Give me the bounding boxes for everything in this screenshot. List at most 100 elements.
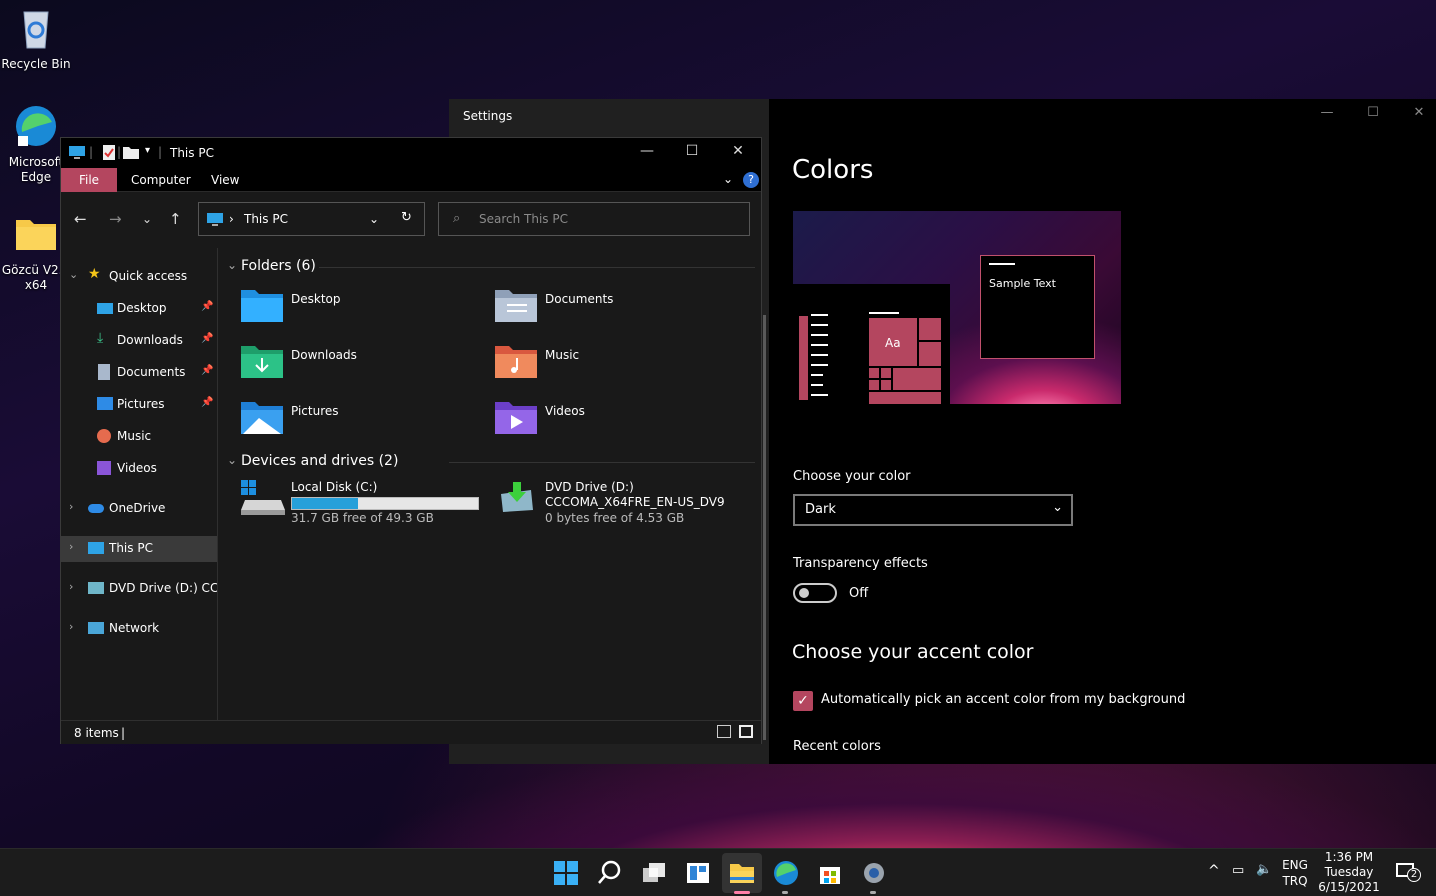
drive-d-name: DVD Drive (D:) xyxy=(545,480,634,494)
customize-qat-icon[interactable]: ▾ xyxy=(145,145,150,156)
nav-documents[interactable]: Documents 📌 xyxy=(61,360,217,386)
this-pc-icon xyxy=(88,542,104,554)
preview-tile-text: Aa xyxy=(885,336,901,350)
new-folder-icon[interactable] xyxy=(123,146,139,159)
up-arrow-icon[interactable]: ↑ xyxy=(169,210,182,228)
address-dropdown-icon[interactable]: ⌄ xyxy=(369,212,379,226)
drive-d[interactable]: DVD Drive (D:) CCCOMA_X64FRE_EN-US_DV9 0… xyxy=(495,480,745,528)
settings-close-button[interactable]: ✕ xyxy=(1407,105,1431,120)
cloud-icon xyxy=(88,504,104,513)
forward-arrow-icon[interactable]: → xyxy=(109,210,122,228)
document-icon xyxy=(98,364,110,380)
nav-quick-access[interactable]: ⌄ ★ Quick access xyxy=(61,264,217,290)
start-icon[interactable] xyxy=(552,859,580,887)
folder-videos[interactable]: Videos xyxy=(495,400,725,448)
explorer-titlebar: | | ▾ | This PC — ☐ ✕ xyxy=(61,138,761,168)
devices-heading[interactable]: Devices and drives (2) xyxy=(241,453,398,469)
settings-running-indicator xyxy=(870,891,876,894)
nav-music[interactable]: Music xyxy=(61,424,217,450)
file-explorer-icon[interactable] xyxy=(728,859,756,887)
drive-c-usage-bar xyxy=(291,497,479,510)
input-language[interactable]: ENG TRQ xyxy=(1280,857,1310,889)
clock[interactable]: 1:36 PM Tuesday 6/15/2021 xyxy=(1318,850,1380,895)
nav-onedrive[interactable]: › OneDrive xyxy=(61,496,217,522)
preview-sample-text: Sample Text xyxy=(989,277,1056,290)
large-icons-view-icon[interactable] xyxy=(739,725,753,738)
expand-chevron-icon[interactable]: › xyxy=(69,580,73,593)
drive-c[interactable]: Local Disk (C:) 31.7 GB free of 49.3 GB xyxy=(241,480,491,528)
search-icon[interactable] xyxy=(596,859,624,887)
search-box[interactable]: ⌕ Search This PC xyxy=(438,202,750,236)
nav-downloads[interactable]: ⤓ Downloads 📌 xyxy=(61,328,217,354)
task-view-icon[interactable] xyxy=(640,859,668,887)
choose-color-dropdown[interactable]: Dark ⌄ xyxy=(793,494,1073,526)
music-icon xyxy=(97,429,111,443)
refresh-icon[interactable]: ↻ xyxy=(401,210,412,225)
network-status-icon[interactable]: ▭ xyxy=(1232,863,1244,878)
widgets-icon[interactable] xyxy=(684,859,712,887)
drive-d-free: 0 bytes free of 4.53 GB xyxy=(545,511,685,525)
expand-ribbon-icon[interactable]: ⌄ xyxy=(723,172,733,186)
folder-downloads[interactable]: Downloads xyxy=(241,344,471,392)
nav-desktop[interactable]: Desktop 📌 xyxy=(61,296,217,322)
volume-icon[interactable]: 🔈 xyxy=(1256,862,1272,877)
pin-icon: 📌 xyxy=(201,365,214,376)
collapse-folders-icon[interactable]: ⌄ xyxy=(227,258,237,272)
notification-center[interactable]: 2 xyxy=(1396,863,1422,883)
settings-scrollbar[interactable] xyxy=(763,315,766,740)
explorer-maximize-button[interactable]: ☐ xyxy=(677,143,707,159)
collapse-devices-icon[interactable]: ⌄ xyxy=(227,453,237,467)
folder-pictures[interactable]: Pictures xyxy=(241,400,471,448)
desktop-icon xyxy=(97,303,113,314)
explorer-minimize-button[interactable]: — xyxy=(632,143,662,159)
recent-locations-icon[interactable]: ⌄ xyxy=(142,212,152,226)
preview-dark-panel: Aa xyxy=(793,284,950,404)
expand-chevron-icon[interactable]: ⌄ xyxy=(69,268,78,281)
expand-chevron-icon[interactable]: › xyxy=(69,540,73,553)
auto-accent-checkbox[interactable]: ✓ xyxy=(793,691,813,711)
expand-chevron-icon[interactable]: › xyxy=(69,500,73,513)
back-arrow-icon[interactable]: ← xyxy=(74,210,87,228)
breadcrumb-chevron-icon: › xyxy=(229,212,234,226)
folders-heading[interactable]: Folders (6) xyxy=(241,258,316,274)
explorer-close-button[interactable]: ✕ xyxy=(723,143,753,159)
nav-this-pc[interactable]: › This PC xyxy=(61,536,217,562)
nav-videos[interactable]: Videos xyxy=(61,456,217,482)
local-disk-icon xyxy=(241,480,285,515)
settings-minimize-button[interactable]: — xyxy=(1315,105,1339,120)
transparency-toggle[interactable] xyxy=(793,583,837,603)
tab-view[interactable]: View xyxy=(201,168,249,192)
nav-dvd-drive[interactable]: › DVD Drive (D:) CCCOMA_X64FRE_EN-US_DV9 xyxy=(61,576,217,602)
details-view-icon[interactable] xyxy=(717,725,731,738)
star-icon: ★ xyxy=(88,266,101,282)
folder-music[interactable]: Music xyxy=(495,344,725,392)
network-icon xyxy=(88,622,104,634)
nav-network[interactable]: › Network xyxy=(61,616,217,642)
address-bar[interactable]: › This PC ⌄ ↻ xyxy=(198,202,425,236)
folder-documents[interactable]: Documents xyxy=(495,288,725,336)
separator: | xyxy=(158,145,163,159)
settings-gear-icon[interactable] xyxy=(860,859,888,887)
desktop-folder-icon xyxy=(241,290,283,322)
desktop-icon-recycle-bin[interactable]: Recycle Bin xyxy=(0,6,72,71)
help-icon[interactable]: ? xyxy=(743,172,759,188)
transparency-label: Transparency effects xyxy=(793,556,928,571)
recent-colors-label: Recent colors xyxy=(793,739,881,754)
edge-icon[interactable] xyxy=(772,859,800,887)
tab-computer[interactable]: Computer xyxy=(121,168,201,192)
properties-icon[interactable] xyxy=(103,145,115,160)
color-preview: Aa Sample Text xyxy=(793,211,1121,404)
folder-desktop[interactable]: Desktop xyxy=(241,288,471,336)
show-hidden-icons[interactable]: ^ xyxy=(1208,863,1220,879)
content-pane: ⌄ Folders (6) Desktop Documents Download… xyxy=(219,248,761,720)
choose-color-value: Dark xyxy=(805,502,836,517)
expand-chevron-icon[interactable]: › xyxy=(69,620,73,633)
music-folder-icon xyxy=(495,346,537,378)
separator: | xyxy=(121,726,126,740)
separator: | xyxy=(89,145,94,159)
ribbon-tabs: File Computer View ⌄ ? xyxy=(61,168,761,192)
nav-pictures[interactable]: Pictures 📌 xyxy=(61,392,217,418)
store-icon[interactable] xyxy=(816,859,844,887)
tab-file[interactable]: File xyxy=(61,168,117,192)
settings-maximize-button[interactable]: ☐ xyxy=(1361,105,1385,120)
